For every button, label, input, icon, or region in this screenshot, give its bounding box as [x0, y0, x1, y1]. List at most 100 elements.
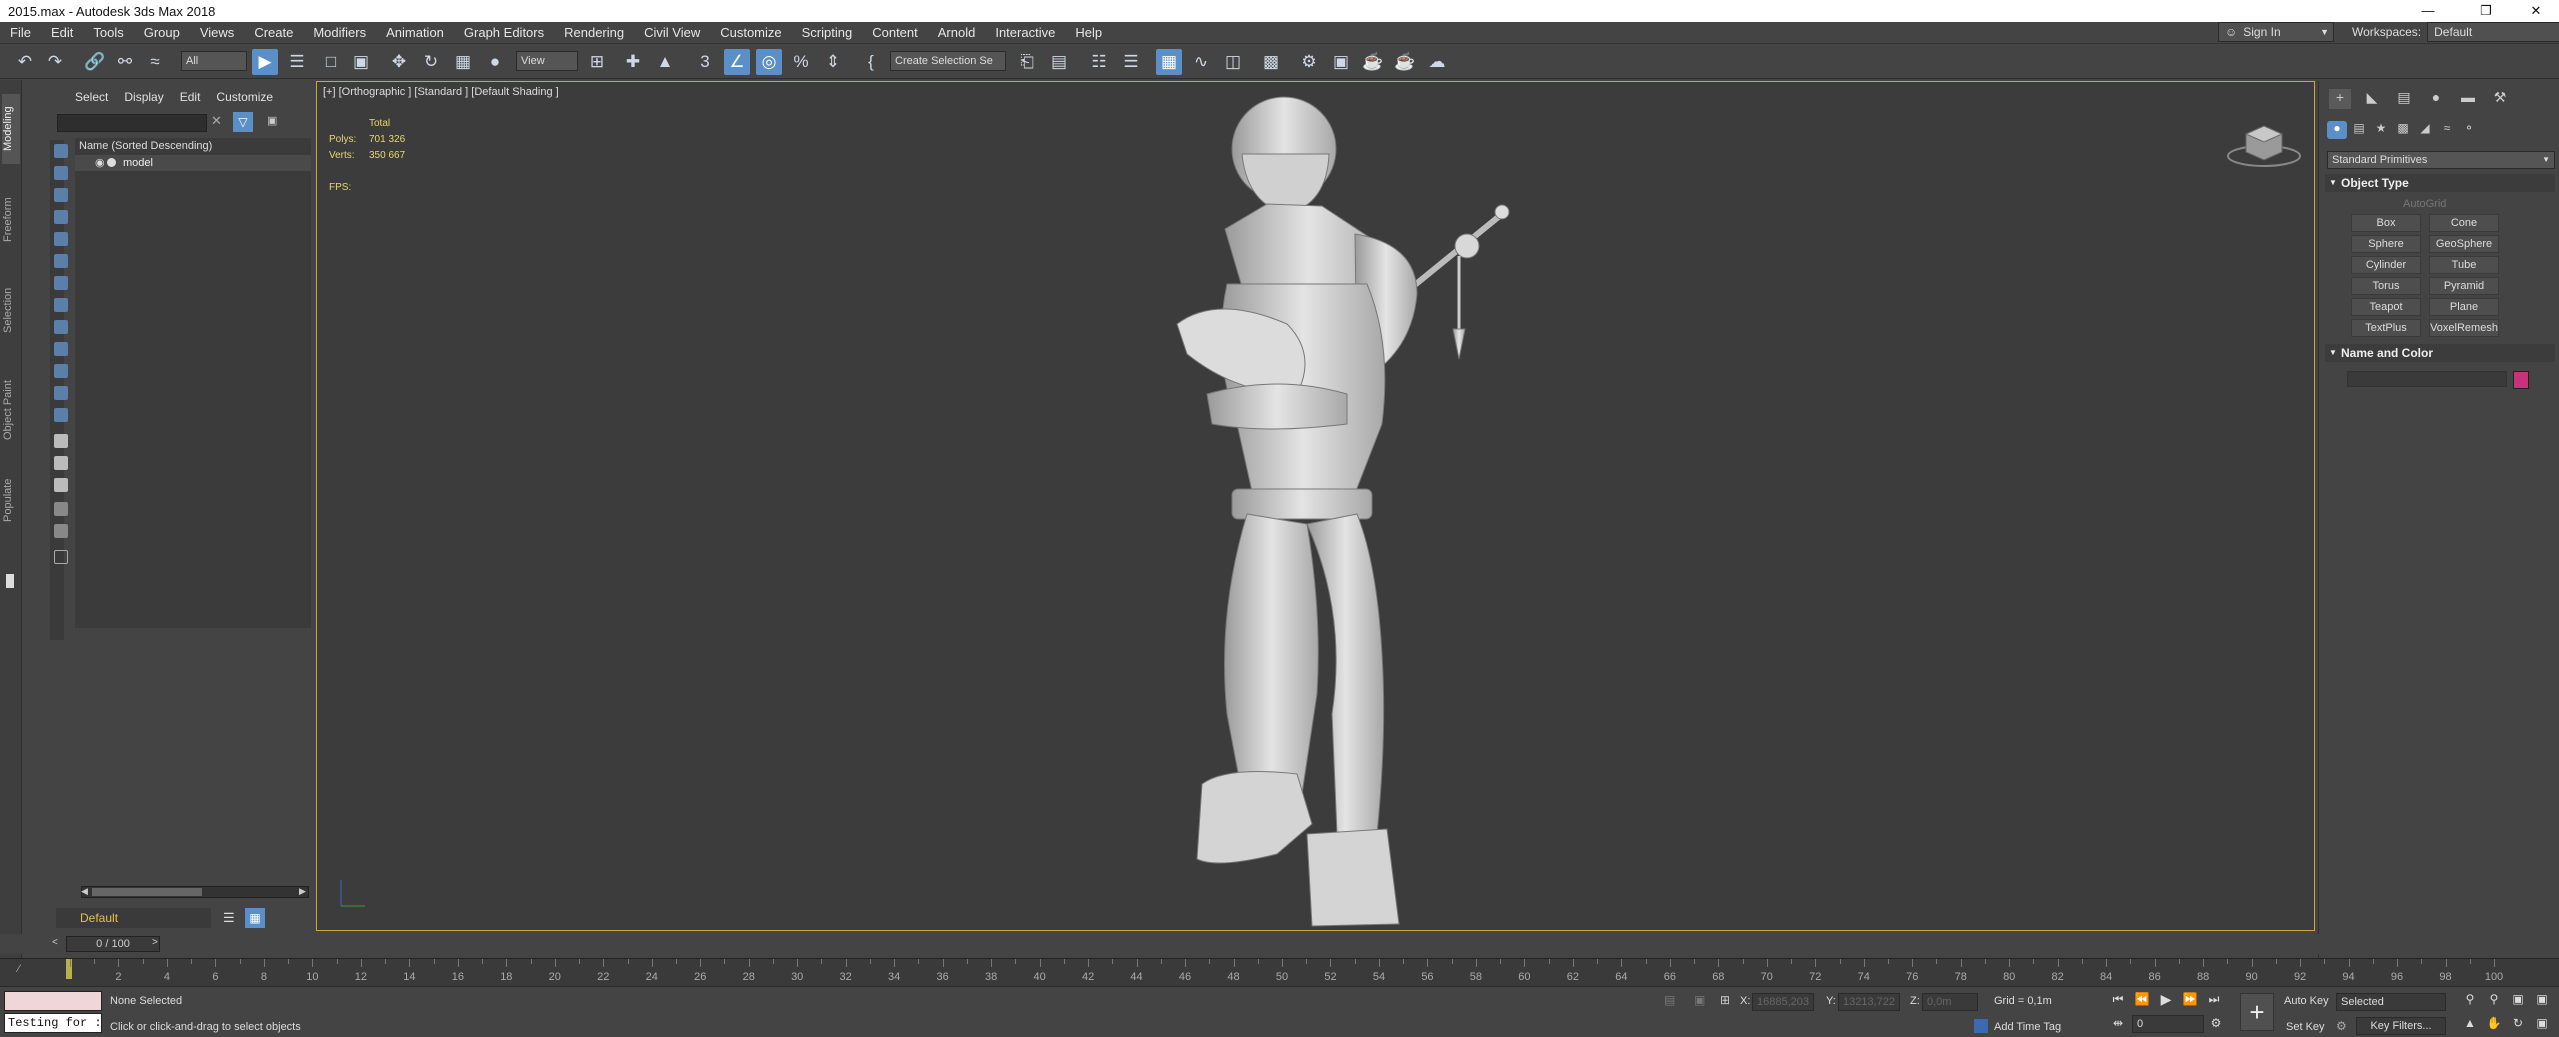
angle-snap-icon[interactable]: ∠: [724, 49, 750, 75]
cylinder-button[interactable]: Cylinder: [2351, 256, 2421, 274]
eye-icon[interactable]: ◉: [95, 156, 105, 169]
place-icon[interactable]: ●: [482, 49, 508, 75]
display-bones-icon[interactable]: [54, 342, 68, 356]
mirror-icon[interactable]: ⎗: [1014, 49, 1040, 75]
scroll-thumb[interactable]: [92, 888, 202, 896]
filter-funnel-icon[interactable]: [54, 502, 68, 516]
x-coordinate-field[interactable]: 16885,203: [1752, 993, 1814, 1011]
container-icon[interactable]: [54, 550, 68, 564]
sphere-button[interactable]: Sphere: [2351, 235, 2421, 253]
filter-icon[interactable]: ▽: [233, 112, 253, 132]
display-none-all-icon[interactable]: [54, 456, 68, 470]
time-slider-next-icon[interactable]: >: [152, 937, 158, 948]
menu-create[interactable]: Create: [244, 22, 303, 44]
utilities-panel-icon[interactable]: ⚒: [2489, 89, 2511, 109]
menu-interactive[interactable]: Interactive: [985, 22, 1065, 44]
move-icon[interactable]: ✥: [386, 49, 412, 75]
object-type-rollout-header[interactable]: ▼ Object Type: [2325, 174, 2555, 192]
snaps-toggle-icon[interactable]: 3: [692, 49, 718, 75]
auto-key-button[interactable]: Auto Key: [2284, 995, 2329, 1007]
key-filters-button[interactable]: Key Filters...: [2356, 1017, 2446, 1035]
time-slider[interactable]: 0 / 100 < >: [0, 934, 2559, 954]
scale-icon[interactable]: ▦: [450, 49, 476, 75]
layer-stack-icon[interactable]: ☰: [223, 910, 235, 926]
display-helpers-icon[interactable]: [54, 254, 68, 268]
named-selection-set-dropdown[interactable]: Create Selection Se: [890, 51, 1006, 71]
time-configuration-icon[interactable]: ⚙: [2206, 1013, 2226, 1033]
layer-explorer-icon[interactable]: ☰: [1118, 49, 1144, 75]
keyboard-shortcut-icon[interactable]: ▲: [652, 49, 678, 75]
time-slider-prev-icon[interactable]: <: [52, 937, 58, 948]
selection-lock-icon[interactable]: ▣: [1694, 993, 1705, 1007]
scene-explorer-icon[interactable]: ☷: [1086, 49, 1112, 75]
zoom-all-icon[interactable]: ⚲: [2484, 989, 2504, 1009]
box-button[interactable]: Box: [2351, 214, 2421, 232]
explorer-menu-customize[interactable]: Customize: [208, 90, 281, 104]
teapot-button[interactable]: Teapot: [2351, 298, 2421, 316]
display-xrefs-icon[interactable]: [54, 320, 68, 334]
menu-help[interactable]: Help: [1065, 22, 1112, 44]
menu-edit[interactable]: Edit: [41, 22, 83, 44]
undo-icon[interactable]: ↶: [12, 49, 38, 75]
geosphere-button[interactable]: GeoSphere: [2429, 235, 2499, 253]
cone-button[interactable]: Cone: [2429, 214, 2499, 232]
shapes-icon[interactable]: ▤: [2349, 121, 2369, 139]
rendered-frame-window-icon[interactable]: ▣: [1328, 49, 1354, 75]
display-frozen-icon[interactable]: [54, 386, 68, 400]
display-spacewarps-icon[interactable]: [54, 276, 68, 290]
ribbon-expand-icon[interactable]: [6, 574, 14, 588]
space-warps-icon[interactable]: ≈: [2437, 121, 2457, 139]
window-crossing-icon[interactable]: ▣: [348, 49, 374, 75]
go-to-end-icon[interactable]: ⏭: [2204, 989, 2224, 1009]
lights-icon[interactable]: ★: [2371, 121, 2391, 139]
character-model[interactable]: [1117, 94, 1537, 934]
explorer-column-header[interactable]: Name (Sorted Descending): [79, 140, 212, 152]
key-selection-dropdown[interactable]: Selected: [2336, 993, 2446, 1011]
viewport-label[interactable]: [+] [Orthographic ] [Standard ] [Default…: [323, 86, 559, 98]
object-name-input[interactable]: [2347, 371, 2507, 387]
restore-icon[interactable]: ❐: [2463, 0, 2509, 22]
name-color-rollout-header[interactable]: ▼ Name and Color: [2325, 344, 2555, 362]
tab-selection[interactable]: Selection: [2, 280, 20, 340]
align-icon[interactable]: ▤: [1046, 49, 1072, 75]
sign-in-dropdown[interactable]: ☺ Sign In ▼: [2218, 22, 2334, 42]
geometry-icon[interactable]: ●: [2327, 121, 2347, 139]
plane-button[interactable]: Plane: [2429, 298, 2499, 316]
bind-space-warp-icon[interactable]: ≈: [142, 49, 168, 75]
track-bar[interactable]: ∕ 2 4 6 8 10 12 14 16 18 20 22 24 26 28 30 32 34 36 38 40 42…: [0, 958, 2559, 986]
menu-arnold[interactable]: Arnold: [928, 22, 986, 44]
previous-frame-icon[interactable]: ⏪: [2132, 989, 2152, 1009]
tab-populate[interactable]: Populate: [2, 470, 20, 530]
next-frame-icon[interactable]: ⏩: [2180, 989, 2200, 1009]
render-in-cloud-icon[interactable]: ☁: [1424, 49, 1450, 75]
explorer-menu-display[interactable]: Display: [116, 90, 171, 104]
absolute-mode-icon[interactable]: ⊞: [1720, 993, 1730, 1007]
menu-content[interactable]: Content: [862, 22, 928, 44]
menu-civil-view[interactable]: Civil View: [634, 22, 710, 44]
display-groups-icon[interactable]: [54, 298, 68, 312]
field-of-view-icon[interactable]: ▲: [2460, 1013, 2480, 1033]
current-frame-field[interactable]: 0: [2132, 1015, 2204, 1033]
menu-graph-editors[interactable]: Graph Editors: [454, 22, 554, 44]
clear-search-icon[interactable]: ✕: [211, 113, 222, 129]
viewport-orthographic[interactable]: [+] [Orthographic ] [Standard ] [Default…: [316, 81, 2315, 931]
time-tag-icon[interactable]: [1974, 1019, 1988, 1033]
workspace-select[interactable]: Default: [2427, 22, 2559, 42]
maxscript-listener-output[interactable]: [4, 991, 102, 1011]
textplus-button[interactable]: TextPlus: [2351, 319, 2421, 337]
maximize-viewport-icon[interactable]: ▣: [2532, 1013, 2552, 1033]
helpers-icon[interactable]: ◢: [2415, 121, 2435, 139]
explorer-menu-select[interactable]: Select: [67, 90, 116, 104]
tab-freeform[interactable]: Freeform: [2, 190, 20, 250]
percent-snap-icon[interactable]: ◎: [756, 49, 782, 75]
scroll-right-icon[interactable]: ▶: [299, 886, 306, 897]
z-coordinate-field[interactable]: 0,0m: [1922, 993, 1978, 1011]
reference-coordinate-dropdown[interactable]: View: [516, 51, 578, 71]
tube-button[interactable]: Tube: [2429, 256, 2499, 274]
menu-animation[interactable]: Animation: [376, 22, 454, 44]
display-invert-icon[interactable]: [54, 478, 68, 492]
orbit-icon[interactable]: ↻: [2508, 1013, 2528, 1033]
spinner-snap-toggle-icon[interactable]: ⇕: [820, 49, 846, 75]
display-geometry-icon[interactable]: [54, 166, 68, 180]
pan-view-icon[interactable]: ✋: [2484, 1013, 2504, 1033]
